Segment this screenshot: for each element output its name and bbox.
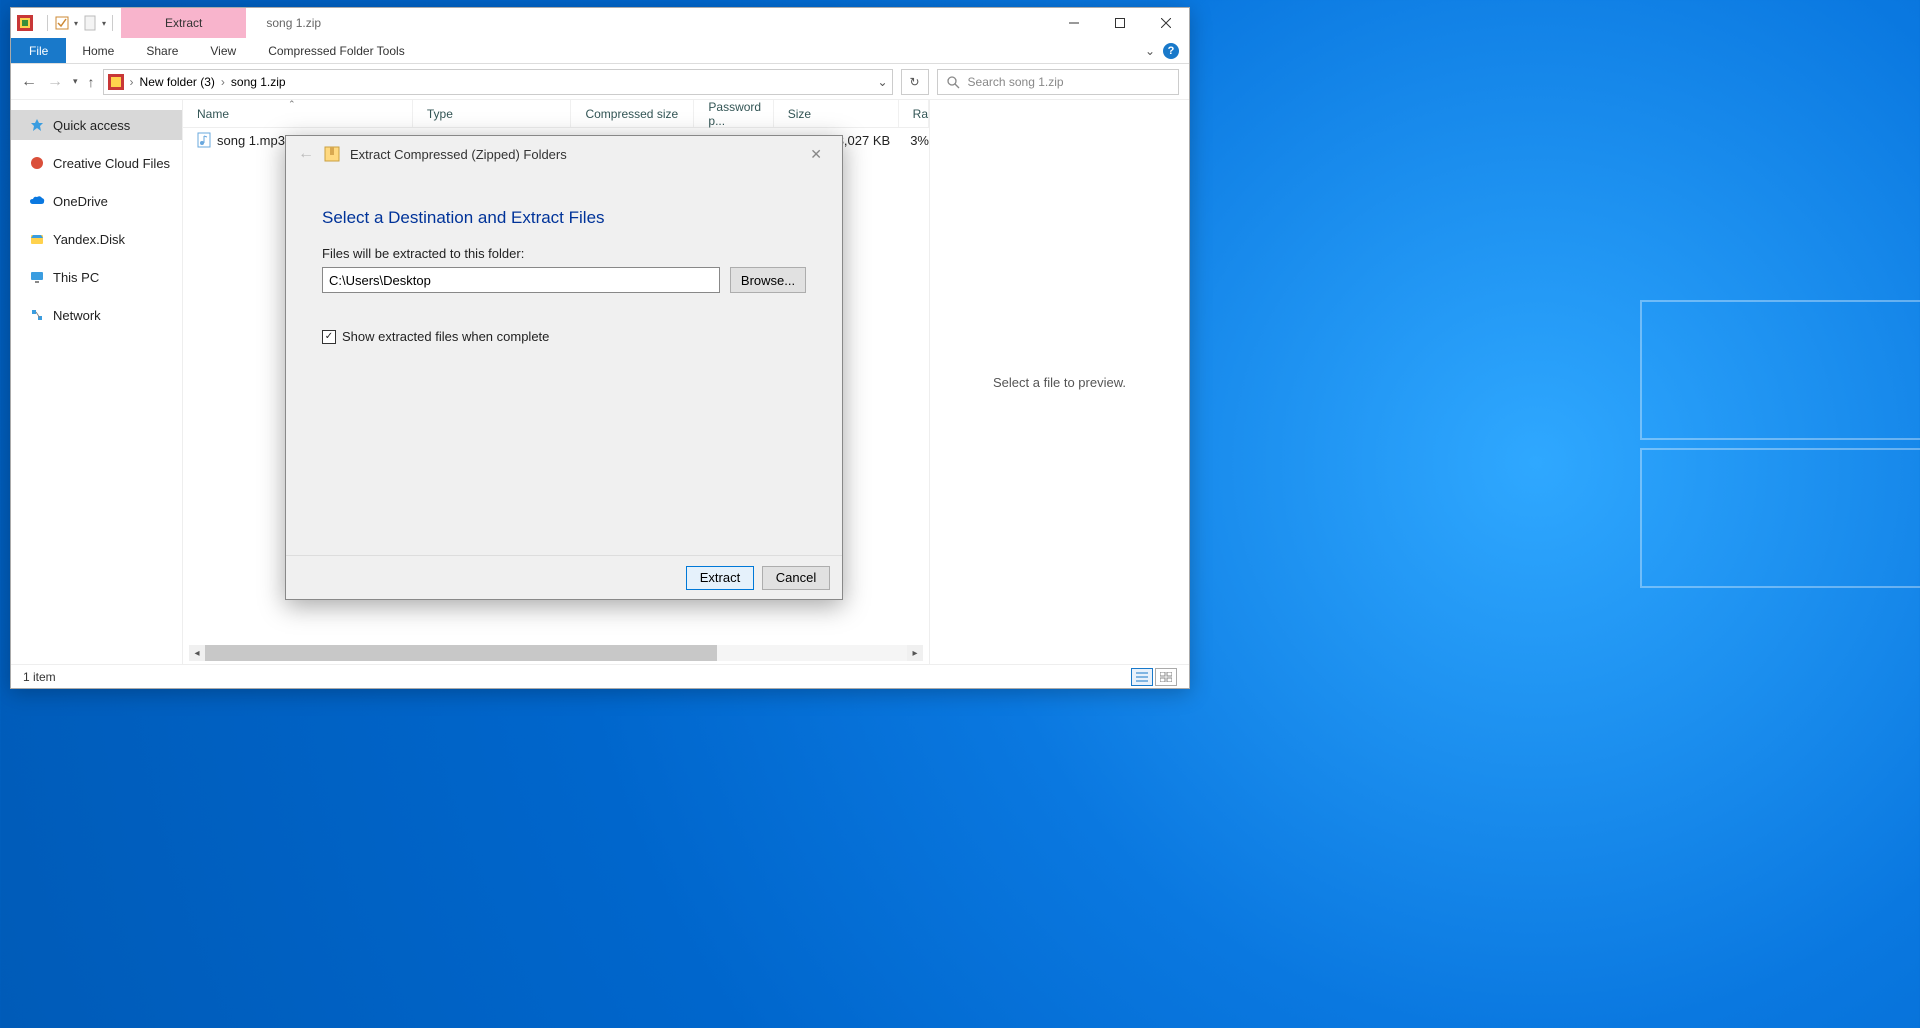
minimize-button[interactable]	[1051, 8, 1097, 38]
nav-this-pc[interactable]: This PC	[11, 262, 182, 292]
file-tab[interactable]: File	[11, 38, 66, 63]
show-files-label: Show extracted files when complete	[342, 329, 549, 344]
dialog-title: Extract Compressed (Zipped) Folders	[350, 147, 567, 162]
cloud-icon	[29, 193, 45, 209]
nav-quick-access[interactable]: Quick access	[11, 110, 182, 140]
cc-icon	[29, 155, 45, 171]
nav-recent-dropdown[interactable]: ▾	[73, 76, 78, 87]
search-icon	[946, 75, 960, 89]
location-icon	[108, 74, 124, 90]
zip-folder-icon	[324, 145, 340, 163]
qat-dropdown-icon[interactable]: ▾	[74, 19, 78, 28]
desktop-decoration	[1640, 448, 1920, 588]
audio-file-icon	[197, 132, 211, 148]
nav-item-label: Creative Cloud Files	[53, 156, 170, 171]
desktop-decoration	[1640, 300, 1920, 440]
column-compressed-size[interactable]: Compressed size	[571, 100, 694, 127]
star-icon	[29, 117, 45, 133]
file-name: song 1.mp3	[217, 133, 285, 148]
nav-item-label: This PC	[53, 270, 99, 285]
horizontal-scrollbar[interactable]: ◂ ▸	[189, 644, 923, 662]
ribbon-expand-icon[interactable]: ⌄	[1145, 44, 1155, 58]
breadcrumb-folder[interactable]: New folder (3)	[140, 75, 215, 89]
navigation-pane: Quick access Creative Cloud Files OneDri…	[11, 100, 183, 664]
dialog-close-button[interactable]: ✕	[802, 142, 830, 167]
refresh-button[interactable]: ↻	[901, 69, 929, 95]
window-title: song 1.zip	[246, 8, 321, 38]
nav-onedrive[interactable]: OneDrive	[11, 186, 182, 216]
cancel-button[interactable]: Cancel	[762, 566, 830, 590]
qat-new-folder-icon[interactable]	[82, 15, 98, 31]
nav-back-button[interactable]: ←	[21, 73, 37, 91]
tab-view[interactable]: View	[194, 38, 252, 63]
dialog-header: ← Extract Compressed (Zipped) Folders ✕	[286, 136, 842, 172]
file-ratio: 3%	[902, 133, 929, 148]
chevron-right-icon[interactable]: ›	[128, 75, 136, 89]
app-icon	[17, 15, 33, 31]
dialog-back-button: ←	[298, 145, 314, 163]
nav-forward-button[interactable]: →	[47, 73, 63, 91]
preview-empty-text: Select a file to preview.	[993, 375, 1126, 390]
nav-item-label: Quick access	[53, 118, 130, 133]
qat-dropdown2-icon[interactable]: ▾	[102, 19, 106, 28]
tab-compressed-tools[interactable]: Compressed Folder Tools	[252, 38, 421, 63]
help-icon[interactable]: ?	[1163, 43, 1179, 59]
tab-share[interactable]: Share	[130, 38, 194, 63]
ydisk-icon	[29, 231, 45, 247]
extract-dialog: ← Extract Compressed (Zipped) Folders ✕ …	[285, 135, 843, 600]
scroll-left-icon[interactable]: ◂	[189, 645, 205, 661]
preview-pane: Select a file to preview.	[929, 100, 1189, 664]
view-thumbnails-button[interactable]	[1155, 668, 1177, 686]
browse-button[interactable]: Browse...	[730, 267, 806, 293]
nav-creative-cloud[interactable]: Creative Cloud Files	[11, 148, 182, 178]
address-bar[interactable]: › New folder (3) › song 1.zip ⌄	[103, 69, 893, 95]
nav-item-label: Network	[53, 308, 101, 323]
search-box[interactable]: Search song 1.zip	[937, 69, 1179, 95]
column-type[interactable]: Type	[413, 100, 572, 127]
column-password[interactable]: Password p...	[694, 100, 773, 127]
nav-up-button[interactable]: ↑	[88, 74, 95, 90]
nav-item-label: Yandex.Disk	[53, 232, 125, 247]
close-button[interactable]	[1143, 8, 1189, 38]
column-ratio[interactable]: Ra	[899, 100, 929, 127]
ribbon-tabs: File Home Share View Compressed Folder T…	[11, 38, 1189, 64]
status-bar: 1 item	[11, 664, 1189, 688]
destination-path-input[interactable]	[322, 267, 720, 293]
navigation-row: ← → ▾ ↑ › New folder (3) › song 1.zip ⌄ …	[11, 64, 1189, 100]
tab-home[interactable]: Home	[66, 38, 130, 63]
breadcrumb-archive[interactable]: song 1.zip	[231, 75, 286, 89]
nav-network[interactable]: Network	[11, 300, 182, 330]
column-size[interactable]: Size	[774, 100, 899, 127]
network-icon	[29, 307, 45, 323]
nav-item-label: OneDrive	[53, 194, 108, 209]
scroll-right-icon[interactable]: ▸	[907, 645, 923, 661]
item-count: 1 item	[23, 670, 56, 684]
show-files-checkbox[interactable]: ✓	[322, 330, 336, 344]
contextual-tab-label: Extract	[121, 8, 246, 38]
pc-icon	[29, 269, 45, 285]
address-dropdown-icon[interactable]: ⌄	[877, 75, 887, 89]
view-details-button[interactable]	[1131, 668, 1153, 686]
column-name[interactable]: Name	[183, 100, 413, 127]
scroll-thumb[interactable]	[205, 645, 717, 661]
sort-indicator-icon: ⌃	[288, 99, 296, 110]
folder-label: Files will be extracted to this folder:	[322, 246, 806, 261]
chevron-right-icon[interactable]: ›	[219, 75, 227, 89]
column-headers: ⌃ Name Type Compressed size Password p..…	[183, 100, 929, 128]
nav-yandex-disk[interactable]: Yandex.Disk	[11, 224, 182, 254]
qat-properties-icon[interactable]	[54, 15, 70, 31]
extract-button[interactable]: Extract	[686, 566, 754, 590]
search-placeholder: Search song 1.zip	[968, 75, 1064, 89]
maximize-button[interactable]	[1097, 8, 1143, 38]
dialog-heading: Select a Destination and Extract Files	[322, 208, 806, 228]
dialog-footer: Extract Cancel	[286, 555, 842, 599]
scroll-track[interactable]	[205, 645, 907, 661]
title-bar[interactable]: ▾ ▾ Extract song 1.zip	[11, 8, 1189, 38]
